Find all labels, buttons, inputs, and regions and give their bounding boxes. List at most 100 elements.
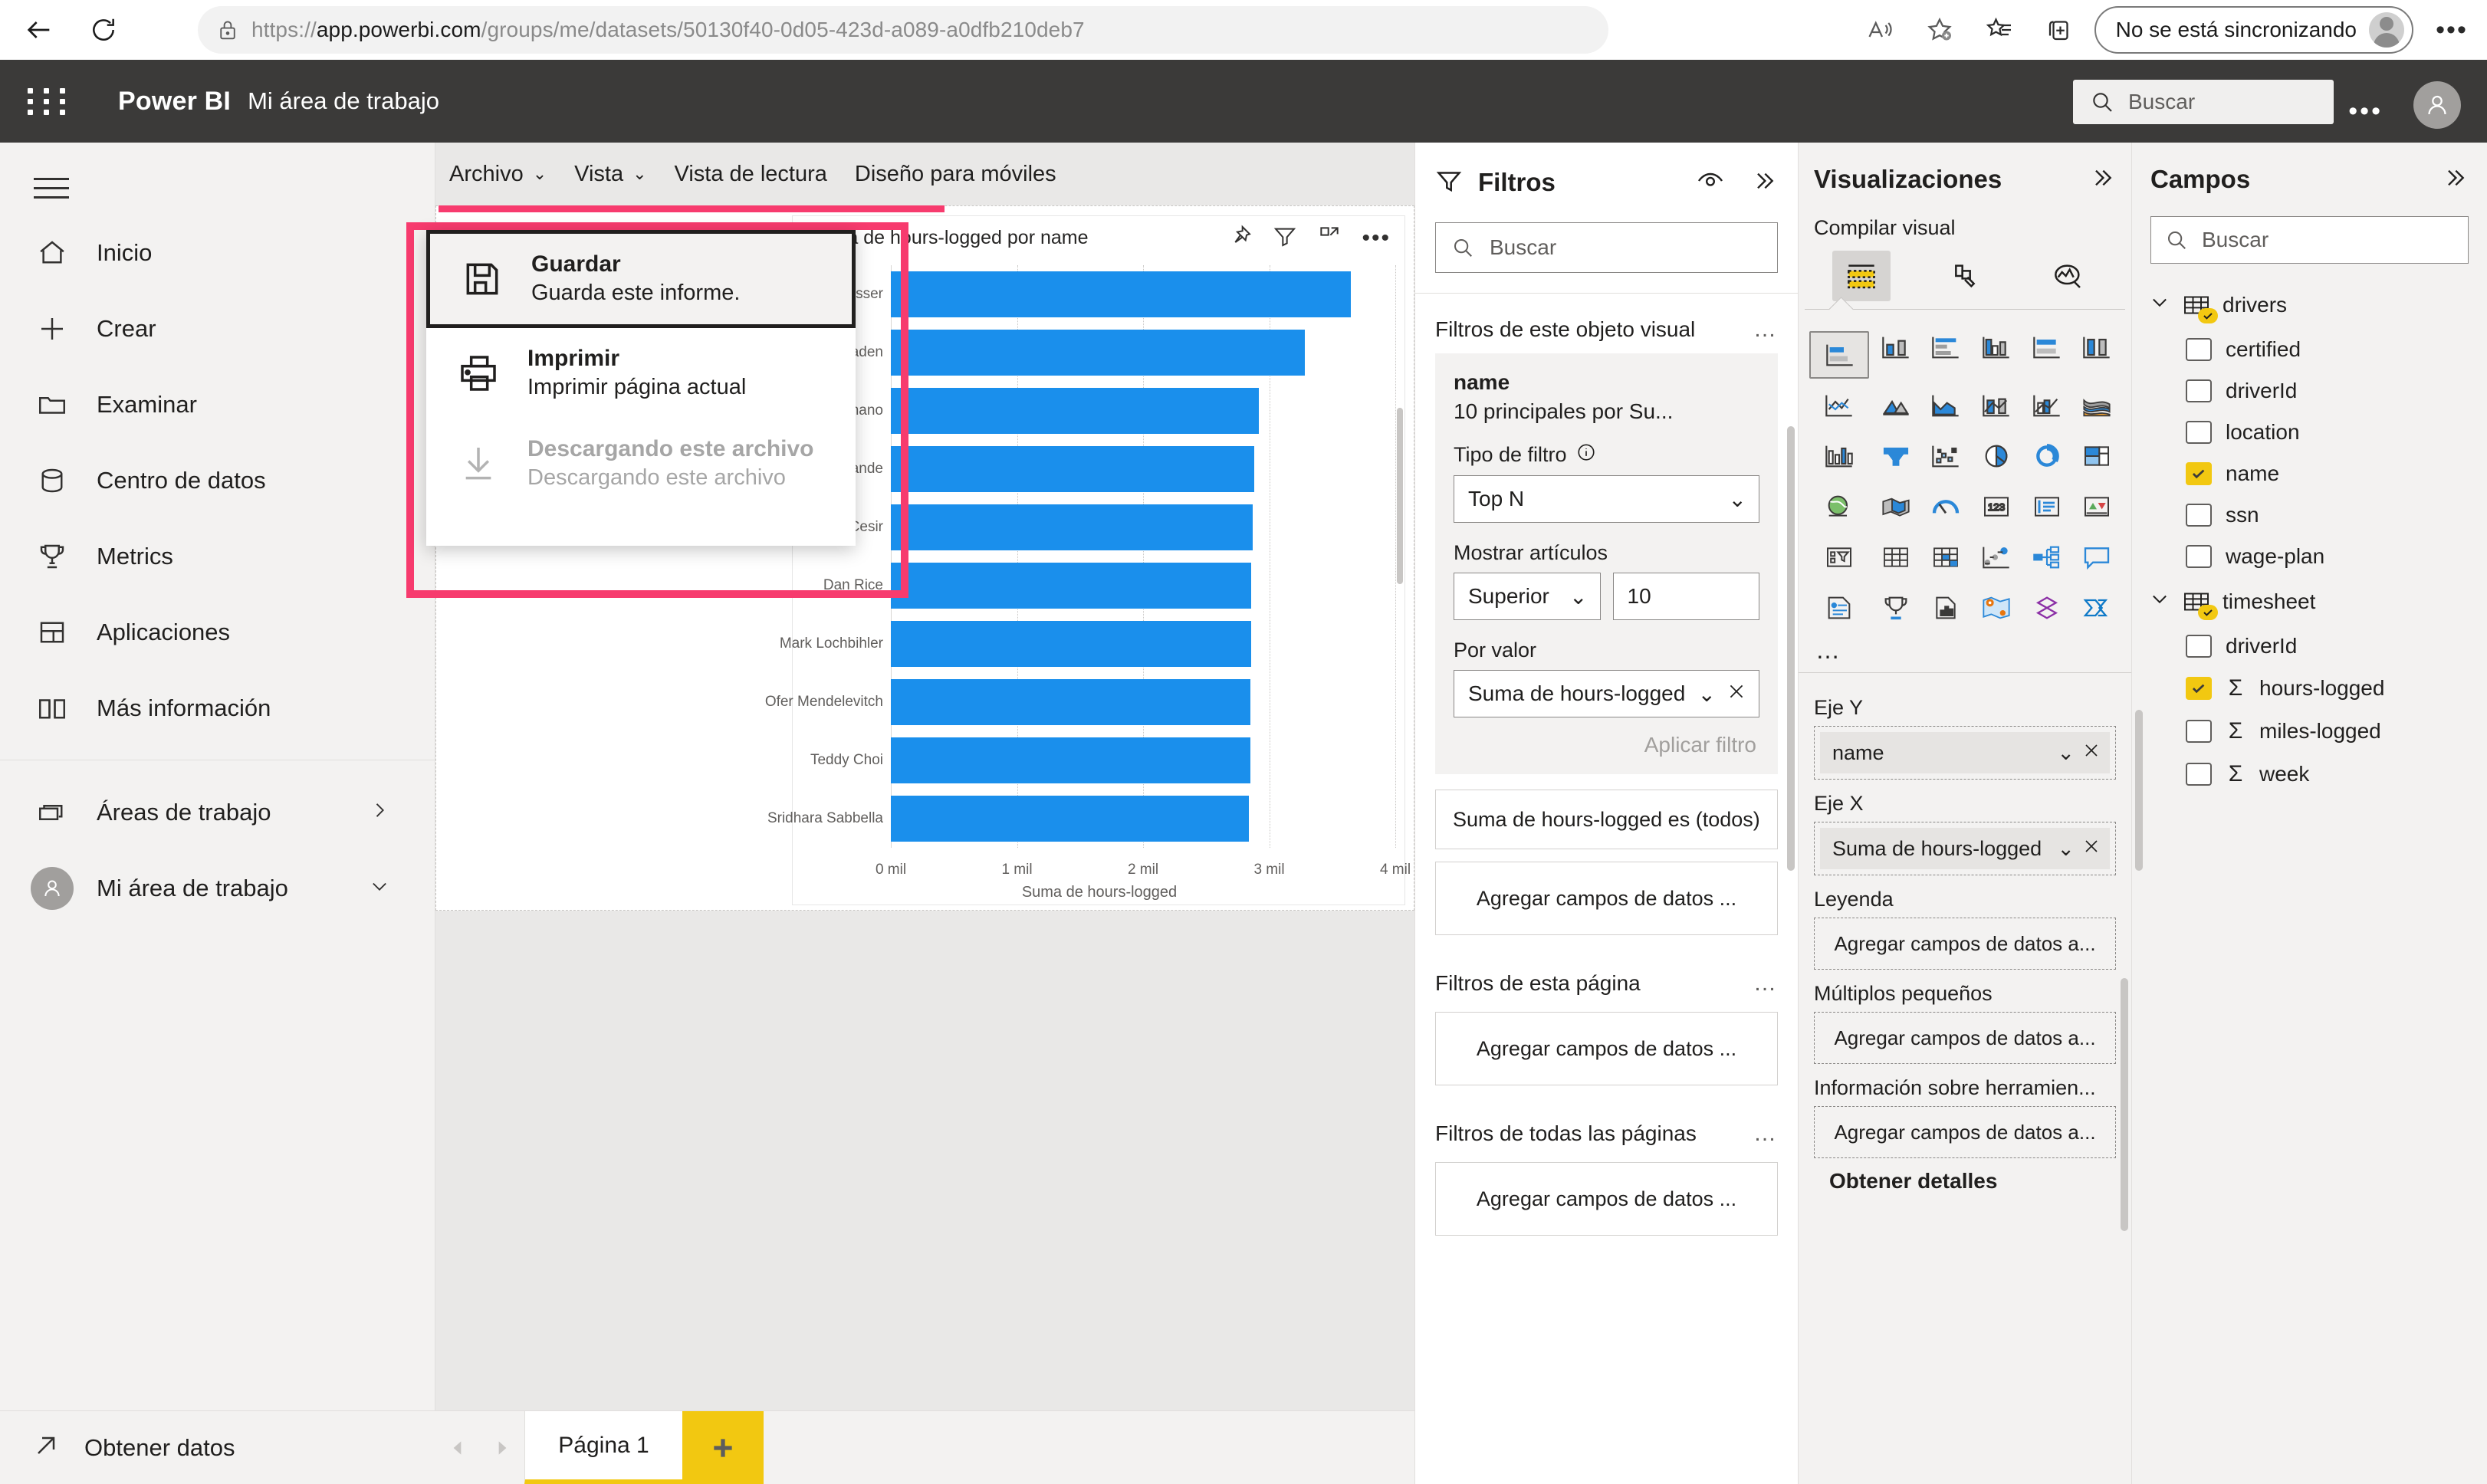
collections-icon[interactable] — [1975, 5, 2024, 54]
field-checkbox[interactable] — [2186, 462, 2212, 485]
report-tab-vista[interactable]: Vista ⌄ — [560, 143, 660, 205]
viz-100-stacked-bar-chart-icon[interactable] — [2023, 323, 2071, 371]
chevron-down-icon[interactable] — [2149, 291, 2170, 318]
build-visual-tab[interactable] — [1832, 251, 1891, 301]
viz-multi-row-card-icon[interactable] — [2023, 483, 2071, 530]
field-checkbox[interactable] — [2186, 635, 2212, 658]
filter-type-select[interactable]: Top N ⌄ — [1454, 475, 1759, 523]
sidebar-item-metrics[interactable]: Metrics — [0, 518, 435, 594]
visual-gallery-more-icon[interactable]: … — [1799, 632, 2131, 672]
filter-card-hours-logged[interactable]: Suma de hours-logged es (todos) — [1435, 790, 1778, 850]
chart-bar[interactable] — [891, 387, 1260, 435]
page-filters-dropzone[interactable]: Agregar campos de datos ... — [1435, 1012, 1778, 1086]
fields-table-timesheet[interactable]: timesheet — [2132, 577, 2487, 625]
focus-mode-icon[interactable] — [1317, 224, 1342, 252]
filters-search-input[interactable]: Buscar — [1435, 222, 1778, 273]
report-tab-diseno-para-moviles[interactable]: Diseño para móviles — [841, 143, 1070, 205]
viz-stacked-column-chart-icon[interactable] — [1872, 323, 1920, 371]
file-menu-item-guardar[interactable]: Guardar Guarda este informe. — [426, 230, 856, 328]
sidebar-item-centro-de-datos[interactable]: Centro de datos — [0, 442, 435, 518]
viz-r-script-visual-icon[interactable] — [1973, 534, 2020, 581]
chart-bar[interactable] — [891, 795, 1250, 842]
chart-bar[interactable] — [891, 562, 1252, 609]
breadcrumb[interactable]: Mi área de trabajo — [248, 87, 439, 115]
sidebar-item-mas-informacion[interactable]: Más información — [0, 670, 435, 746]
back-icon[interactable] — [14, 5, 64, 55]
expand-pane-icon[interactable] — [2441, 166, 2469, 194]
sidebar-item-aplicaciones[interactable]: Aplicaciones — [0, 594, 435, 670]
chart-bar-row[interactable]: Dan Rice — [823, 562, 1395, 609]
address-bar[interactable]: https://app.powerbi.com/groups/me/datase… — [198, 6, 1608, 54]
format-visual-tab[interactable] — [1936, 251, 1994, 301]
section-more-icon[interactable]: … — [1753, 317, 1778, 343]
page-next-icon[interactable] — [480, 1411, 524, 1484]
expand-pane-icon[interactable] — [1750, 169, 1778, 197]
viz-treemap-icon[interactable] — [2073, 432, 2121, 480]
viz-metrics-icon[interactable] — [1872, 584, 1920, 632]
viz-table-icon[interactable] — [1872, 534, 1920, 581]
viz-map-icon[interactable] — [1809, 483, 1869, 530]
section-more-icon[interactable]: … — [1753, 970, 1778, 996]
chart-bar[interactable] — [891, 737, 1250, 784]
chart-bar[interactable] — [891, 271, 1352, 318]
more-options-icon[interactable]: ••• — [1362, 225, 1391, 251]
chart-bar-row[interactable]: Adis Cesir — [816, 504, 1395, 551]
info-icon[interactable] — [1576, 442, 1596, 468]
viz-clustered-bar-chart-icon[interactable] — [1923, 323, 1970, 371]
viz-funnel-chart-icon[interactable] — [1872, 432, 1920, 480]
field-chip[interactable]: Suma de hours-logged ⌄ — [1820, 828, 2110, 869]
well-eje-x[interactable]: Suma de hours-logged ⌄ — [1814, 822, 2116, 875]
chart-bar-row[interactable]: Stephanie Engesser — [752, 271, 1395, 318]
show-items-mode-select[interactable]: Superior ⌄ — [1454, 573, 1601, 620]
viz-waterfall-chart-icon[interactable] — [1809, 432, 1869, 480]
sidebar-item-crear[interactable]: Crear — [0, 291, 435, 366]
sidebar-item-mi-area-de-trabajo[interactable]: Mi área de trabajo — [0, 850, 435, 926]
header-more-icon[interactable]: ••• — [2348, 97, 2383, 126]
viz-ribbon-chart-icon[interactable] — [2073, 382, 2121, 429]
add-favorite-icon[interactable] — [1915, 5, 1964, 54]
global-search-input[interactable]: Buscar — [2073, 80, 2334, 124]
field-wage-plan[interactable]: wage-plan — [2132, 536, 2487, 577]
sync-status-button[interactable]: No se está sincronizando — [2094, 6, 2413, 54]
chart-bar-row[interactable]: Andrew Grande — [781, 445, 1395, 493]
chart-bar[interactable] — [891, 620, 1252, 668]
well-informacion-herramientas[interactable]: Agregar campos de datos a... — [1814, 1106, 2116, 1158]
add-page-button[interactable] — [682, 1411, 764, 1484]
field-hours-logged[interactable]: Σ hours-logged — [2132, 667, 2487, 710]
field-chip[interactable]: name ⌄ — [1820, 732, 2110, 773]
field-checkbox[interactable] — [2186, 421, 2212, 444]
chart-bar-row[interactable]: Joanne Vetticaden — [764, 329, 1395, 376]
filters-scrollbar[interactable] — [1787, 426, 1795, 871]
visual-filters-dropzone[interactable]: Agregar campos de datos ... — [1435, 862, 1778, 936]
chart-bar[interactable] — [891, 329, 1305, 376]
chart-bar-row[interactable]: Frank Romano — [787, 387, 1395, 435]
viz-clustered-column-chart-icon[interactable] — [1973, 323, 2020, 371]
viz-arcgis-map-icon[interactable] — [1973, 584, 2020, 632]
all-pages-filters-dropzone[interactable]: Agregar campos de datos ... — [1435, 1162, 1778, 1236]
visualizations-scrollbar[interactable] — [2121, 978, 2128, 1231]
viz-paginated-report-icon[interactable] — [1923, 584, 1970, 632]
viz-smart-narrative-icon[interactable] — [1809, 584, 1869, 632]
page-tab-pagina-1[interactable]: Página 1 — [524, 1411, 682, 1484]
field-certified[interactable]: certified — [2132, 329, 2487, 370]
viz-line-chart-icon[interactable] — [1809, 382, 1869, 429]
sidebar-item-areas-de-trabajo[interactable]: Áreas de trabajo — [0, 774, 435, 850]
hamburger-menu-icon[interactable] — [34, 161, 87, 215]
eye-icon[interactable] — [1697, 169, 1724, 196]
page-prev-icon[interactable] — [435, 1411, 480, 1484]
viz-power-automate-icon[interactable] — [2073, 584, 2121, 632]
fields-scrollbar[interactable] — [2135, 710, 2143, 871]
viz-pie-chart-icon[interactable] — [1973, 432, 2020, 480]
field-ssn[interactable]: ssn — [2132, 494, 2487, 536]
chevron-down-icon[interactable]: ⌄ — [2057, 741, 2075, 765]
viz-line-and-clustered-column-icon[interactable] — [2023, 382, 2071, 429]
chart-bar[interactable] — [891, 445, 1254, 493]
by-value-field[interactable]: Suma de hours-logged ⌄ — [1454, 670, 1759, 717]
viz-kpi-icon[interactable] — [2073, 483, 2121, 530]
filter-card-name[interactable]: name 10 principales por Su... Tipo de fi… — [1435, 353, 1778, 774]
remove-field-icon[interactable] — [2082, 741, 2101, 765]
brand-title[interactable]: Power BI — [118, 87, 231, 117]
field-checkbox[interactable] — [2186, 763, 2212, 786]
chevron-down-icon[interactable]: ⌄ — [2057, 837, 2075, 861]
browser-more-icon[interactable]: ••• — [2427, 5, 2476, 54]
